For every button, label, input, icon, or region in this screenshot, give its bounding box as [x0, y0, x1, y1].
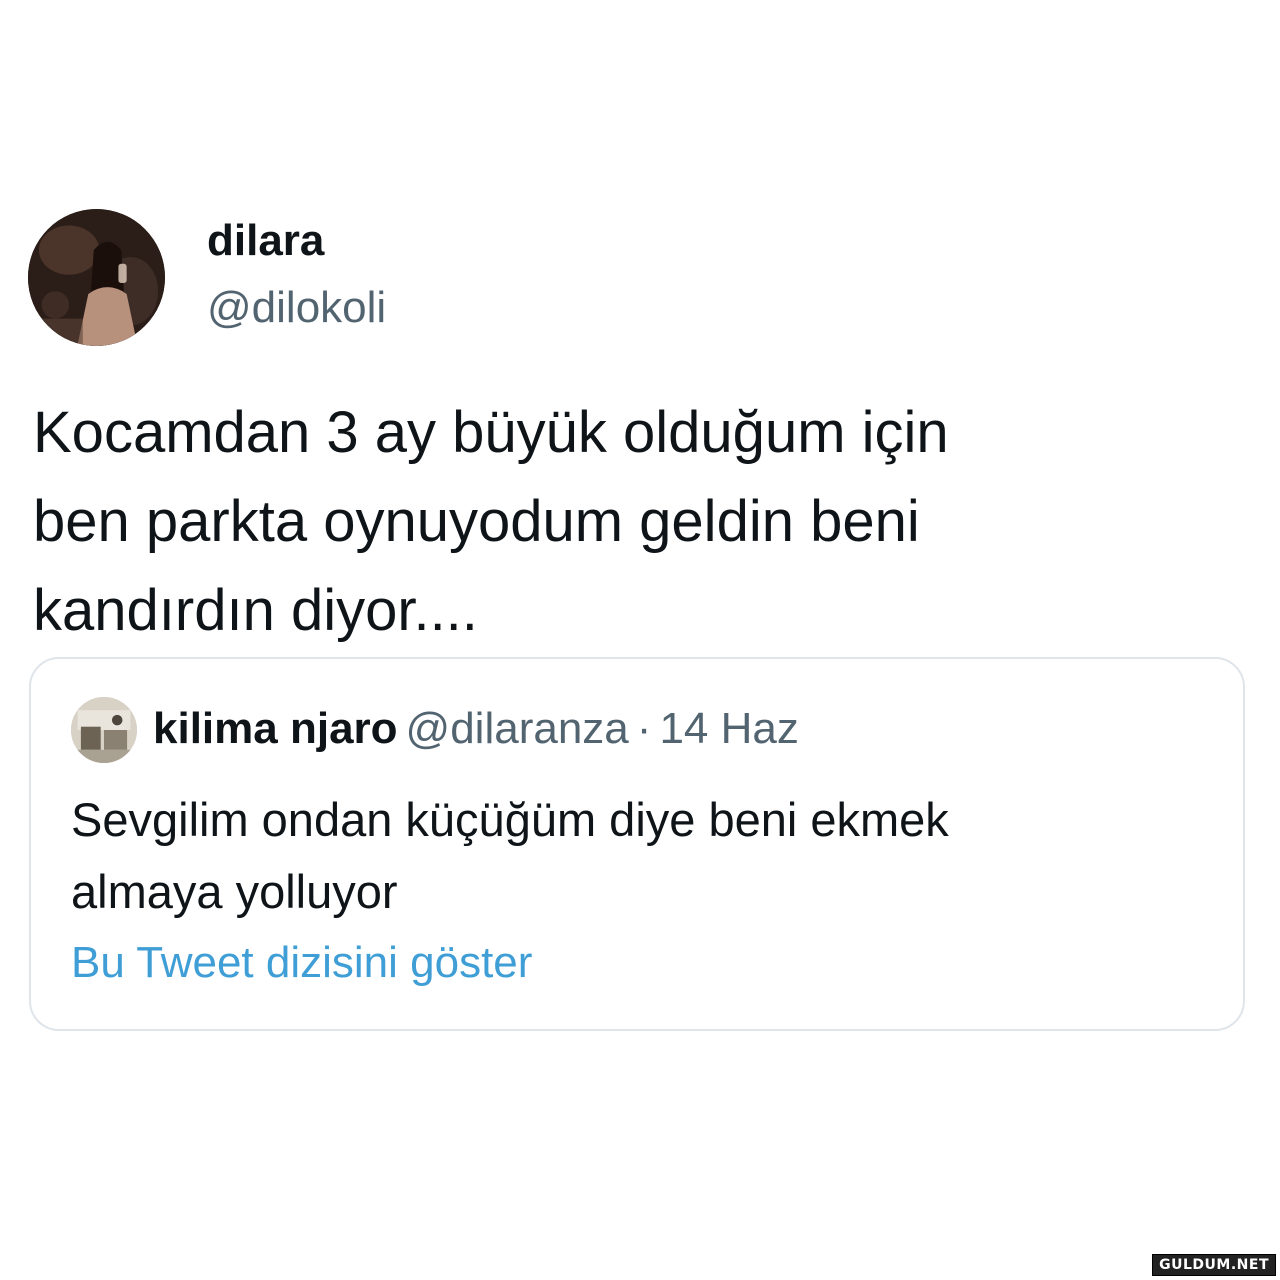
quoted-author-handle[interactable]: @dilaranza — [406, 704, 629, 753]
show-thread-link[interactable]: Bu Tweet dizisini göster — [71, 937, 532, 989]
author-avatar[interactable] — [28, 209, 165, 346]
author-handle[interactable]: @dilokoli — [207, 282, 386, 334]
author-display-name[interactable]: dilara — [207, 215, 324, 267]
tweet: dilara @dilokoli Kocamdan 3 ay büyük old… — [0, 0, 1280, 1280]
quoted-tweet-text-line: almaya yolluyor — [71, 865, 398, 918]
quoted-tweet-card[interactable]: kilima njaro @dilaranza · 14 Haz Sevgilim o… — [29, 657, 1245, 1031]
quoted-tweet-text: Sevgilim ondan küçüğüm diye beni ekmek a… — [71, 784, 1221, 928]
tweet-text: Kocamdan 3 ay büyük olduğum için ben par… — [33, 388, 1233, 655]
header-separator: · — [636, 704, 652, 753]
quoted-author-avatar[interactable] — [71, 697, 137, 763]
tweet-text-line: kandırdın diyor.... — [33, 578, 478, 643]
watermark-logo: GULDUM.NET — [1152, 1254, 1276, 1276]
tweet-text-line: ben parkta oynuyodum geldin beni — [33, 489, 920, 554]
quoted-tweet-date[interactable]: 14 Haz — [659, 704, 798, 753]
quoted-author-display-name[interactable]: kilima njaro — [153, 704, 398, 753]
quoted-tweet-text-line: Sevgilim ondan küçüğüm diye beni ekmek — [71, 793, 949, 846]
tweet-text-line: Kocamdan 3 ay büyük olduğum için — [33, 400, 949, 465]
profile-photo-icon — [71, 697, 137, 763]
quoted-tweet-header: kilima njaro @dilaranza · 14 Haz — [153, 703, 799, 755]
profile-photo-icon — [28, 209, 165, 346]
